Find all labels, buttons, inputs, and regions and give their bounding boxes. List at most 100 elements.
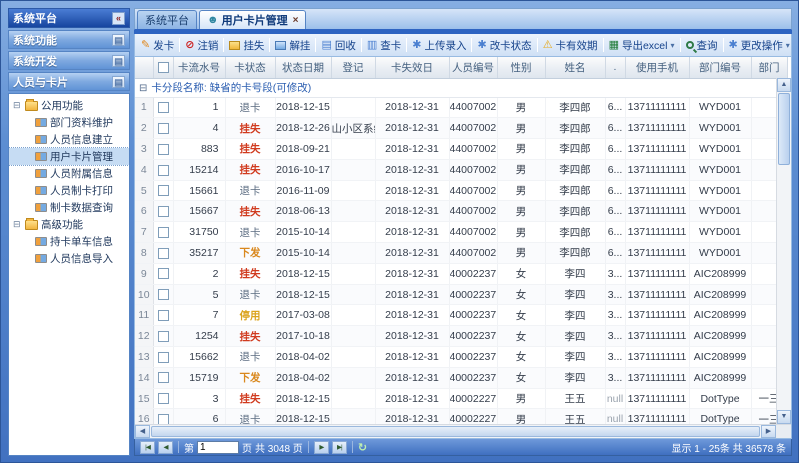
column-header[interactable]: 登记: [331, 57, 375, 78]
scroll-up-icon[interactable]: ▲: [777, 78, 791, 92]
row-checkbox-box[interactable]: [158, 102, 169, 113]
table-row[interactable]: 731750退卡2015-10-142018-12-3144007002男李四郎…: [135, 222, 787, 243]
row-checkbox[interactable]: [153, 263, 173, 284]
scroll-down-icon[interactable]: ▼: [777, 410, 791, 424]
row-checkbox-box[interactable]: [158, 310, 169, 321]
toolbar-button[interactable]: ▦导出excel▾: [607, 37, 677, 54]
tree-folder[interactable]: ⊟高级功能: [9, 216, 129, 233]
toolbar-button[interactable]: ⚠卡有效期: [541, 37, 600, 54]
prev-page-button[interactable]: ◀: [158, 441, 173, 454]
tree-item[interactable]: 人员信息建立: [9, 131, 129, 148]
toolbar-button[interactable]: ▥查卡: [365, 37, 403, 54]
table-row[interactable]: 1415719下发2018-04-022018-12-3140002237女李四…: [135, 367, 787, 388]
table-row[interactable]: 153挂失2018-12-152018-12-3140002227男王五null…: [135, 388, 787, 409]
row-checkbox-box[interactable]: [158, 289, 169, 300]
row-checkbox-box[interactable]: [158, 144, 169, 155]
row-checkbox[interactable]: [153, 243, 173, 264]
row-checkbox-box[interactable]: [158, 248, 169, 259]
row-checkbox[interactable]: [153, 180, 173, 201]
toolbar-button[interactable]: ✱上传录入: [410, 37, 468, 54]
accordion-header[interactable]: 系统开发▤: [8, 51, 130, 70]
column-header[interactable]: 部门: [751, 57, 787, 78]
tree-item[interactable]: 人员制卡打印: [9, 182, 129, 199]
tab-user-card-management[interactable]: ☻ 用户卡片管理 ×: [199, 10, 306, 29]
row-checkbox-box[interactable]: [158, 414, 169, 424]
table-row[interactable]: 3883挂失2018-09-212018-12-3144007002男李四郎6.…: [135, 139, 787, 160]
panel-expand-icon[interactable]: ▤: [112, 34, 125, 46]
panel-expand-icon[interactable]: ▤: [112, 76, 125, 88]
column-header[interactable]: 卡失效日: [375, 57, 449, 78]
row-checkbox[interactable]: [153, 409, 173, 424]
row-checkbox[interactable]: [153, 97, 173, 118]
accordion-header[interactable]: 人员与卡片▤: [8, 72, 130, 91]
column-header[interactable]: 卡流水号: [173, 57, 225, 78]
row-checkbox[interactable]: [153, 139, 173, 160]
toolbar-button[interactable]: ▤回收: [319, 37, 357, 54]
scroll-left-icon[interactable]: ◀: [135, 425, 150, 438]
column-header[interactable]: 状态日期: [275, 57, 331, 78]
row-checkbox-box[interactable]: [158, 268, 169, 279]
collapse-icon[interactable]: ⊟: [13, 220, 23, 230]
tree-item[interactable]: 人员附属信息: [9, 165, 129, 182]
table-row[interactable]: 1315662退卡2018-04-022018-12-3140002237女李四…: [135, 347, 787, 368]
select-all-checkbox[interactable]: [158, 62, 169, 73]
horizontal-scroll-thumb[interactable]: [151, 426, 760, 437]
table-row[interactable]: 835217下发2015-10-142018-12-3144007002男李四郎…: [135, 243, 787, 264]
vertical-scroll-thumb[interactable]: [778, 93, 790, 165]
table-row[interactable]: 515661退卡2016-11-092018-12-3144007002男李四郎…: [135, 180, 787, 201]
toolbar-button[interactable]: 挂失: [227, 37, 266, 54]
table-row[interactable]: 105退卡2018-12-152018-12-3140002237女李四3...…: [135, 284, 787, 305]
scroll-right-icon[interactable]: ▶: [761, 425, 776, 438]
row-checkbox[interactable]: [153, 201, 173, 222]
table-row[interactable]: 615667挂失2018-06-132018-12-3144007002男李四郎…: [135, 201, 787, 222]
row-checkbox-box[interactable]: [158, 165, 169, 176]
refresh-icon[interactable]: ↻: [358, 441, 367, 454]
panel-expand-icon[interactable]: ▤: [112, 55, 125, 67]
column-header[interactable]: 姓名: [545, 57, 605, 78]
page-number-input[interactable]: [197, 441, 239, 454]
table-row[interactable]: 166退卡2018-12-152018-12-3140002227男王五null…: [135, 409, 787, 424]
column-header[interactable]: .: [605, 57, 625, 78]
tree-item[interactable]: 持卡单车信息: [9, 233, 129, 250]
table-row[interactable]: 11退卡2018-12-152018-12-3144007002男李四郎6...…: [135, 97, 787, 118]
column-header[interactable]: 性别: [497, 57, 545, 78]
toolbar-button[interactable]: 解挂: [273, 37, 312, 54]
table-row[interactable]: 24挂失2018-12-26山小区系统测试2018-12-3144007002男…: [135, 118, 787, 139]
vertical-scrollbar[interactable]: ▲ ▼: [776, 78, 791, 424]
column-header[interactable]: 人员编号: [449, 57, 497, 78]
row-checkbox-box[interactable]: [158, 123, 169, 134]
sidebar-collapse-icon[interactable]: «: [112, 12, 125, 25]
column-header[interactable]: 部门编号: [689, 57, 751, 78]
select-all-header[interactable]: [153, 57, 173, 78]
row-checkbox-box[interactable]: [158, 393, 169, 404]
row-checkbox[interactable]: [153, 284, 173, 305]
last-page-button[interactable]: ▶|: [332, 441, 347, 454]
column-header[interactable]: 使用手机: [625, 57, 689, 78]
row-checkbox[interactable]: [153, 222, 173, 243]
column-header[interactable]: [135, 57, 153, 78]
row-checkbox-box[interactable]: [158, 352, 169, 363]
row-checkbox[interactable]: [153, 347, 173, 368]
row-checkbox-box[interactable]: [158, 372, 169, 383]
tree-item[interactable]: 制卡数据查询: [9, 199, 129, 216]
next-page-button[interactable]: ▶: [314, 441, 329, 454]
table-row[interactable]: 121254挂失2017-10-182018-12-3140002237女李四3…: [135, 326, 787, 347]
row-checkbox[interactable]: [153, 118, 173, 139]
table-row[interactable]: 415214挂失2016-10-172018-12-3144007002男李四郎…: [135, 159, 787, 180]
tree-item[interactable]: 部门资料维护: [9, 114, 129, 131]
row-checkbox-box[interactable]: [158, 331, 169, 342]
horizontal-scrollbar[interactable]: ◀ ▶: [135, 424, 791, 438]
toolbar-button[interactable]: 查询: [684, 37, 720, 54]
toolbar-button[interactable]: ✎发卡: [139, 37, 176, 54]
row-checkbox[interactable]: [153, 388, 173, 409]
row-checkbox[interactable]: [153, 367, 173, 388]
toolbar-button[interactable]: ✱更改操作▾: [727, 37, 792, 54]
toolbar-button[interactable]: ✱改卡状态: [475, 37, 533, 54]
table-row[interactable]: 92挂失2018-12-152018-12-3140002237女李四3...1…: [135, 263, 787, 284]
row-checkbox-box[interactable]: [158, 227, 169, 238]
table-row[interactable]: 117停用2017-03-082018-12-3140002237女李四3...…: [135, 305, 787, 326]
column-header[interactable]: 卡状态: [225, 57, 275, 78]
group-collapse-icon[interactable]: ⊟: [139, 83, 147, 94]
first-page-button[interactable]: |◀: [140, 441, 155, 454]
close-icon[interactable]: ×: [293, 15, 299, 26]
